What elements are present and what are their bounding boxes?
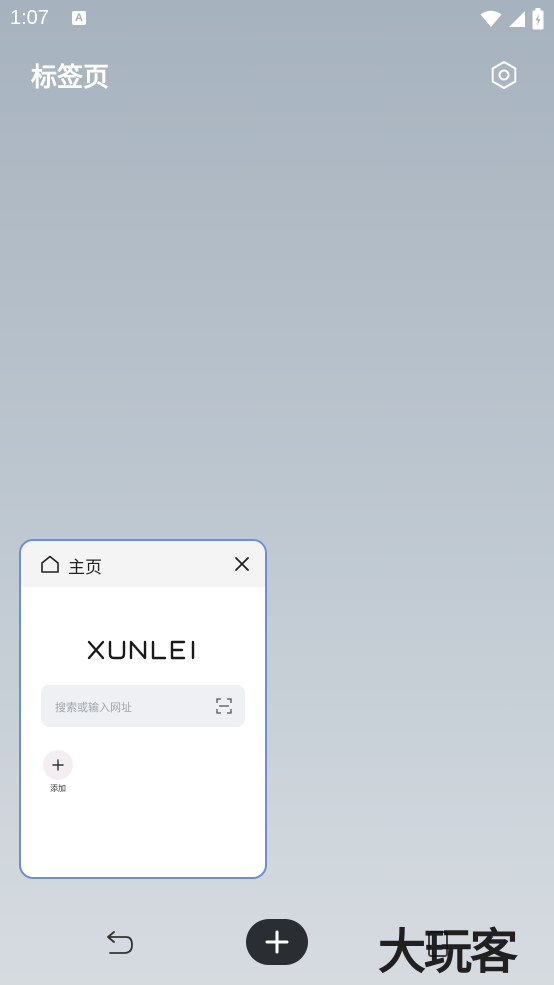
add-shortcut-button[interactable]: [43, 750, 73, 780]
tab-card-header: 主页: [21, 541, 265, 587]
notification-a-icon: A: [72, 11, 86, 25]
close-icon[interactable]: [231, 553, 253, 575]
page-title: 标签页: [31, 63, 110, 93]
undo-icon[interactable]: [100, 924, 136, 960]
watermark: 大玩客: [378, 924, 518, 980]
tab-title: 主页: [68, 558, 102, 578]
plus-icon: [52, 759, 64, 771]
home-icon: [41, 555, 59, 573]
status-bar: 1:07 A: [0, 0, 554, 38]
scan-icon[interactable]: [216, 698, 232, 714]
cellular-signal-icon: [509, 11, 525, 27]
new-tab-button[interactable]: [246, 919, 308, 965]
search-placeholder: 搜索或输入网址: [55, 701, 132, 714]
xunlei-logo: [87, 640, 195, 660]
settings-hexagon-icon: [491, 61, 517, 89]
tab-card[interactable]: 主页 搜索或输入网址 添加: [19, 539, 267, 879]
plus-icon: [265, 930, 289, 954]
settings-button[interactable]: [486, 57, 522, 93]
wifi-icon: [480, 10, 502, 27]
status-time: 1:07: [10, 7, 49, 29]
battery-charging-icon: [532, 8, 544, 30]
search-input[interactable]: 搜索或输入网址: [41, 685, 245, 727]
status-indicators: [480, 8, 544, 30]
add-shortcut-label: 添加: [50, 784, 66, 793]
